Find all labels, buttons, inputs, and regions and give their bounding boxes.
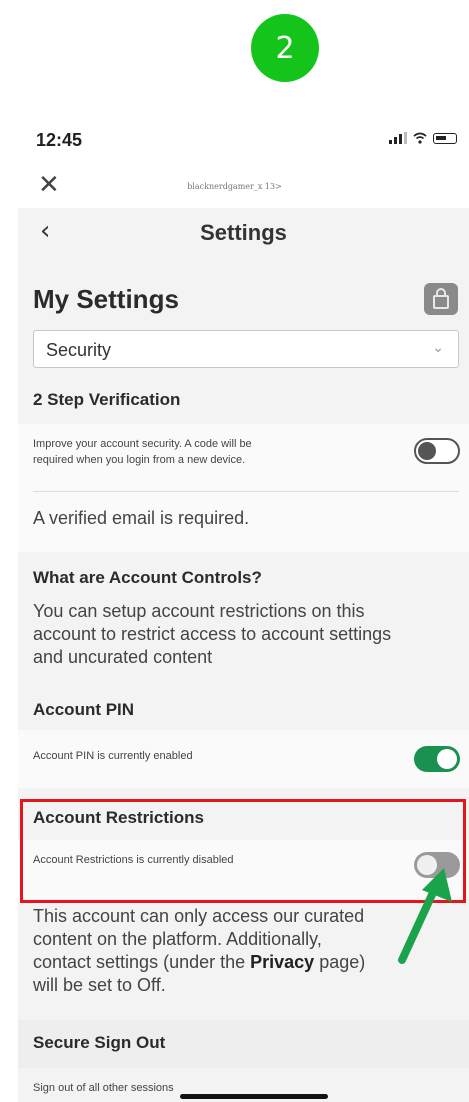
step-number: 2 — [275, 30, 295, 66]
browser-bar: ✕ blacknerdgamer_x 13> — [0, 168, 469, 208]
lock-button[interactable] — [424, 283, 458, 315]
secure-sign-out-heading: Secure Sign Out — [33, 1033, 166, 1052]
home-indicator — [180, 1094, 328, 1099]
account-controls-line1: You can setup account restrictions on th… — [33, 601, 365, 621]
wifi-icon — [413, 132, 427, 144]
privacy-link[interactable]: Privacy — [250, 952, 314, 972]
restrictions-desc-line1: This account can only access our curated — [33, 906, 365, 926]
restrictions-desc-line3: contact settings (under the Privacy page… — [33, 951, 365, 974]
section-select-value: Security — [46, 340, 112, 360]
restrictions-desc-line4: will be set to Off. — [33, 975, 166, 995]
section-select[interactable]: Security ⌄ — [33, 330, 459, 368]
two-step-desc-line1: Improve your account security. A code wi… — [33, 438, 252, 450]
secure-sign-out-status: Sign out of all other sessions — [33, 1082, 174, 1094]
nav-title: Settings — [200, 220, 287, 245]
two-step-description: Improve your account security. A code wi… — [33, 436, 252, 468]
account-pin-heading: Account PIN — [33, 700, 135, 719]
step-number-badge: 2 — [251, 14, 319, 82]
arrow-pointer-icon — [398, 868, 452, 964]
chevron-down-icon: ⌄ — [432, 339, 444, 355]
system-icons — [389, 132, 457, 144]
battery-icon — [433, 132, 457, 144]
two-step-heading: 2 Step Verification — [33, 390, 181, 409]
account-controls-line3: and uncurated content — [33, 647, 213, 667]
account-restrictions-description: This account can only access our curated… — [33, 905, 365, 997]
page-title: My Settings — [33, 284, 179, 314]
account-controls-heading: What are Account Controls? — [33, 568, 262, 587]
account-controls-line2: account to restrict access to account se… — [33, 624, 392, 644]
nav-bar: ‹ Settings — [18, 208, 469, 262]
restrictions-desc-line3-b: page) — [314, 952, 366, 972]
status-bar: 12:45 — [0, 126, 469, 162]
lock-icon — [433, 288, 449, 309]
url-label: blacknerdgamer_x 13> — [187, 182, 282, 191]
account-pin-toggle[interactable] — [414, 746, 460, 772]
divider — [33, 491, 459, 492]
two-step-desc-line2: required when you login from a new devic… — [33, 454, 246, 466]
signal-icon — [389, 132, 407, 144]
restrictions-desc-line2: content on the platform. Additionally, — [33, 929, 322, 949]
restrictions-desc-line3-a: contact settings (under the — [33, 952, 251, 972]
account-pin-status: Account PIN is currently enabled — [33, 750, 193, 762]
status-time: 12:45 — [36, 130, 83, 150]
account-controls-description: You can setup account restrictions on th… — [33, 600, 391, 669]
verified-email-note: A verified email is required. — [33, 508, 250, 528]
two-step-toggle[interactable] — [414, 438, 460, 464]
